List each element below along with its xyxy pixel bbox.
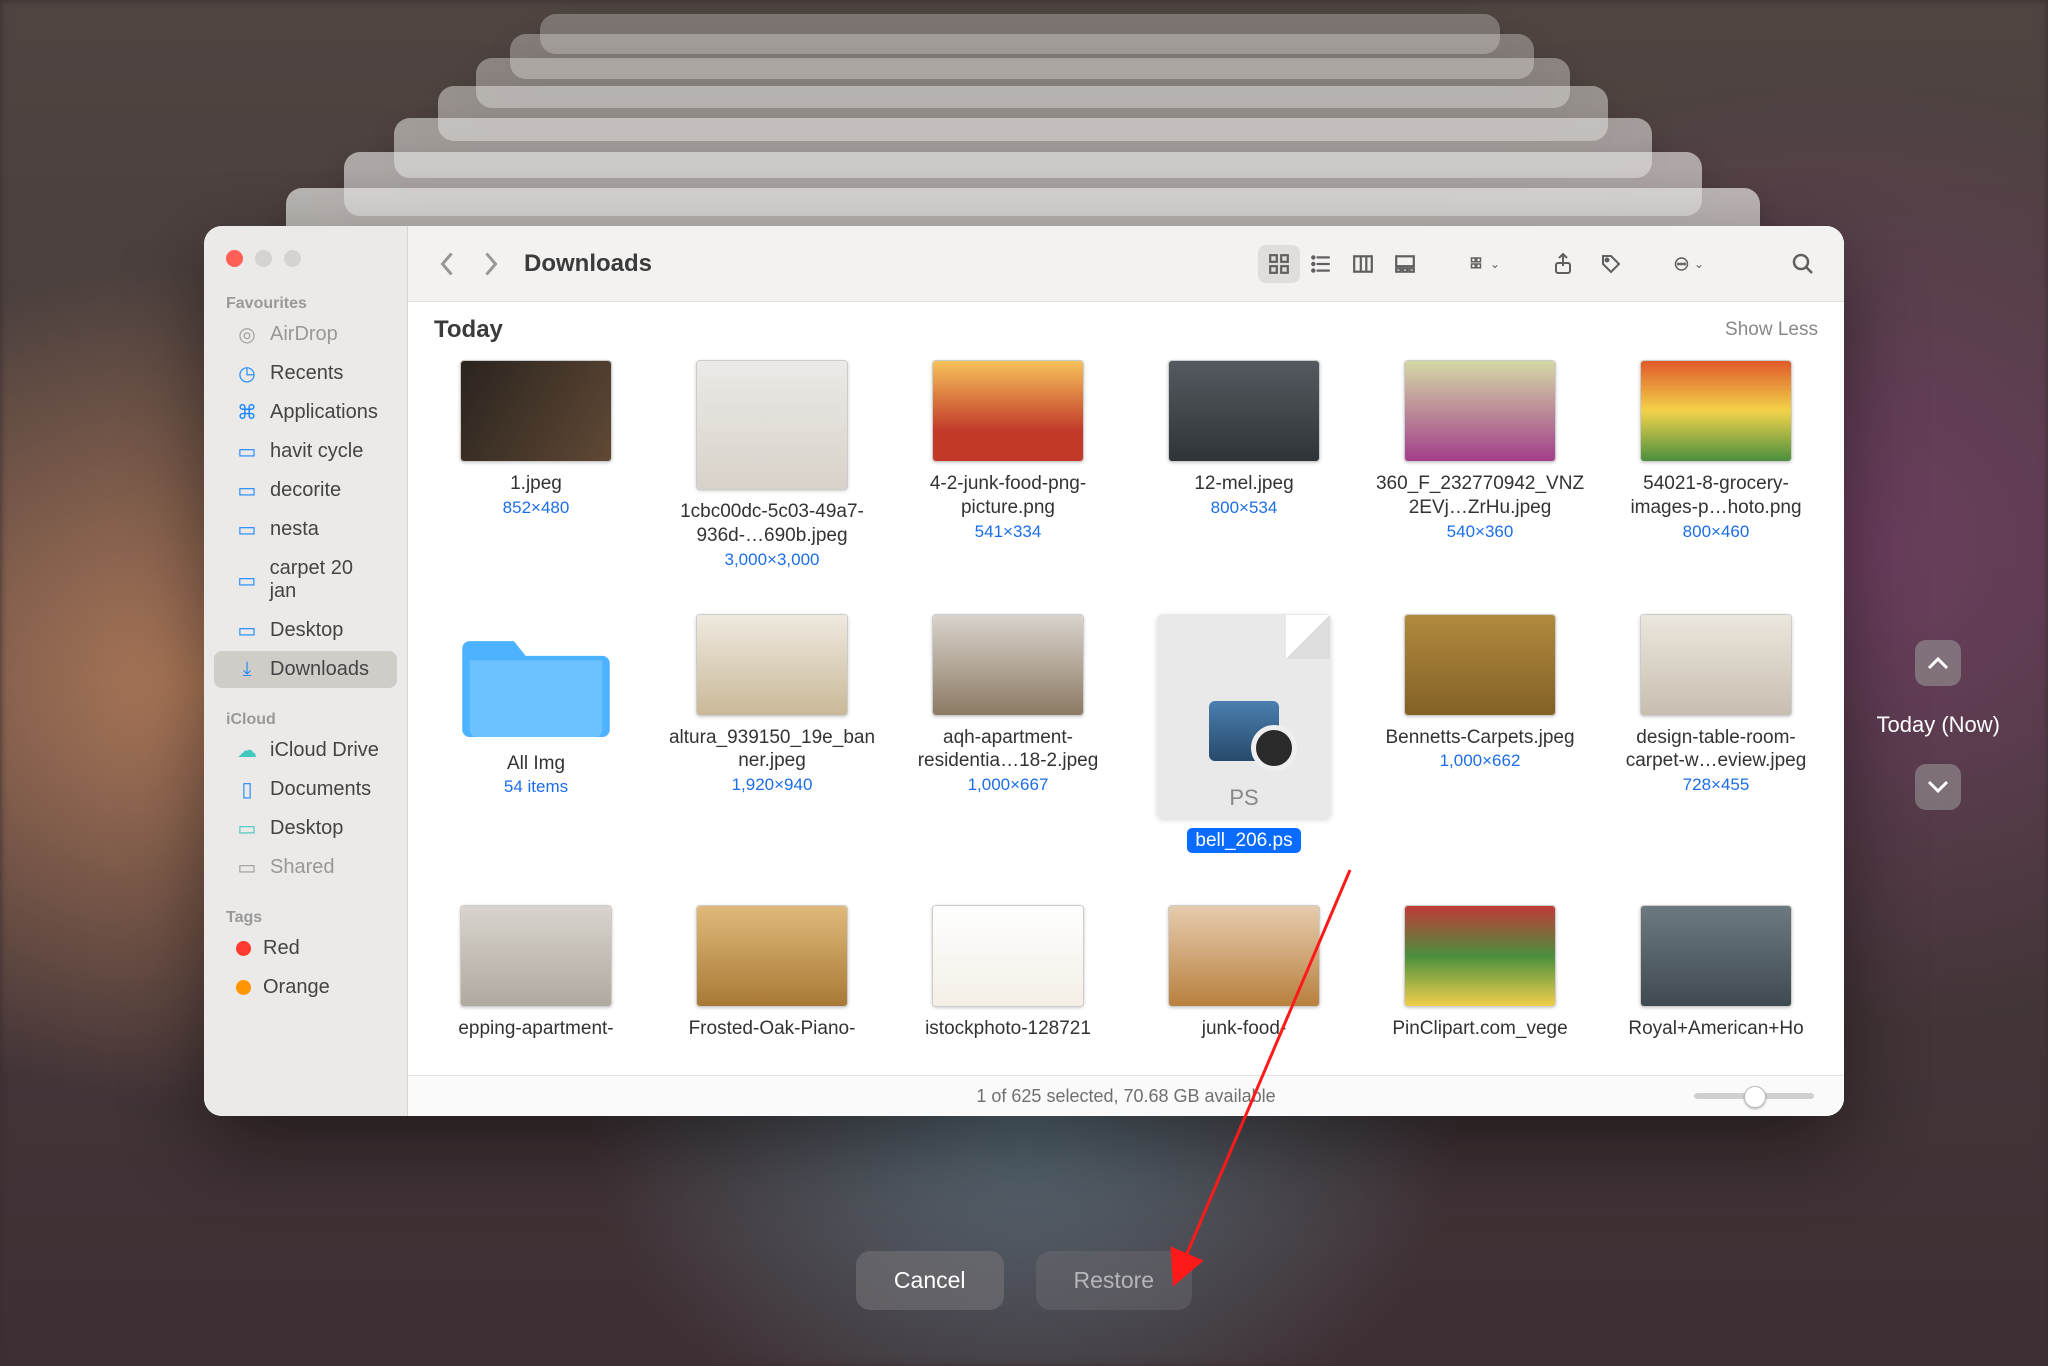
folder-icon: ▭ [236, 480, 258, 502]
file-item[interactable]: altura_939150_19e_banner.jpeg1,920×940 [654, 608, 890, 872]
file-item[interactable]: design-table-room-carpet-w…eview.jpeg728… [1598, 608, 1834, 872]
status-text: 1 of 625 selected, 70.68 GB available [976, 1086, 1275, 1107]
cloud-icon: ☁ [236, 740, 258, 762]
folder-icon: ▭ [236, 441, 258, 463]
ps-file-icon: PS [1157, 614, 1331, 818]
view-gallery-button[interactable] [1384, 245, 1426, 283]
download-icon: ⤓ [236, 659, 258, 681]
airdrop-icon: ◎ [236, 324, 258, 346]
sidebar-item-havit-cycle[interactable]: ▭havit cycle [214, 433, 397, 470]
file-item[interactable]: 4-2-junk-food-png-picture.png541×334 [890, 354, 1126, 588]
file-item[interactable]: Royal+American+Ho [1598, 899, 1834, 1059]
file-item[interactable]: junk-food- [1126, 899, 1362, 1059]
share-button[interactable] [1542, 245, 1584, 283]
close-button[interactable] [226, 250, 243, 267]
sidebar-tag-orange[interactable]: Orange [214, 969, 397, 1006]
sidebar-item-airdrop[interactable]: ◎AirDrop [214, 316, 397, 353]
sidebar-item-decorite[interactable]: ▭decorite [214, 472, 397, 509]
sidebar-item-recents[interactable]: ◷Recents [214, 355, 397, 392]
sidebar: Favourites ◎AirDrop ◷Recents ⌘Applicatio… [204, 226, 408, 1116]
sidebar-item-shared[interactable]: ▭Shared [214, 849, 397, 886]
shared-icon: ▭ [236, 857, 258, 879]
show-less-toggle[interactable]: Show Less [1725, 319, 1818, 341]
file-item[interactable]: 1cbc00dc-5c03-49a7-936d-…690b.jpeg3,000×… [654, 354, 890, 588]
tag-dot-red [236, 941, 251, 956]
view-list-button[interactable] [1300, 245, 1342, 283]
folder-icon: ▭ [236, 519, 258, 541]
folder-icon [461, 614, 611, 742]
sidebar-item-icloud-drive[interactable]: ☁iCloud Drive [214, 732, 397, 769]
timeline-prev-button[interactable] [1915, 640, 1961, 686]
sidebar-item-documents[interactable]: ▯Documents [214, 771, 397, 808]
file-item[interactable]: Frosted-Oak-Piano- [654, 899, 890, 1059]
time-machine-footer: Cancel Restore [0, 1251, 2048, 1310]
section-title: Today [434, 316, 503, 344]
file-item[interactable]: 54021-8-grocery-images-p…hoto.png800×460 [1598, 354, 1834, 588]
timeline-label: Today (Now) [1877, 712, 2000, 738]
document-icon: ▯ [236, 779, 258, 801]
sidebar-header-tags: Tags [204, 905, 407, 929]
sidebar-tag-red[interactable]: Red [214, 930, 397, 967]
sidebar-item-applications[interactable]: ⌘Applications [214, 394, 397, 431]
file-item[interactable]: 12-mel.jpeg800×534 [1126, 354, 1362, 588]
folder-icon: ▭ [236, 569, 258, 591]
view-icon-button[interactable] [1258, 245, 1300, 283]
zoom-slider[interactable] [1694, 1093, 1814, 1099]
file-item[interactable]: 360_F_232770942_VNZ2EVj…ZrHu.jpeg540×360 [1362, 354, 1598, 588]
status-bar: 1 of 625 selected, 70.68 GB available [408, 1075, 1844, 1116]
toolbar: Downloads ⌄ ⌄ [408, 226, 1844, 302]
timeline-next-button[interactable] [1915, 764, 1961, 810]
sidebar-item-downloads[interactable]: ⤓Downloads [214, 651, 397, 688]
clock-icon: ◷ [236, 363, 258, 385]
window-title: Downloads [524, 250, 652, 278]
sidebar-item-desktop[interactable]: ▭Desktop [214, 612, 397, 649]
view-column-button[interactable] [1342, 245, 1384, 283]
file-item[interactable]: aqh-apartment-residentia…18-2.jpeg1,000×… [890, 608, 1126, 872]
sidebar-header-icloud: iCloud [204, 707, 407, 731]
restore-button[interactable]: Restore [1036, 1251, 1193, 1310]
app-icon: ⌘ [236, 402, 258, 424]
timeline-control: Today (Now) [1877, 640, 2000, 810]
sidebar-item-carpet-20-jan[interactable]: ▭carpet 20 jan [214, 550, 397, 610]
minimize-button[interactable] [255, 250, 272, 267]
finder-window: Favourites ◎AirDrop ◷Recents ⌘Applicatio… [204, 226, 1844, 1116]
maximize-button[interactable] [284, 250, 301, 267]
tag-dot-orange [236, 980, 251, 995]
desktop-icon: ▭ [236, 818, 258, 840]
folder-item[interactable]: All Img54 items [418, 608, 654, 872]
file-item-selected[interactable]: PS bell_206.ps [1126, 608, 1362, 872]
sidebar-header-favourites: Favourites [204, 291, 407, 315]
file-item[interactable]: epping-apartment- [418, 899, 654, 1059]
search-button[interactable] [1782, 245, 1824, 283]
nav-forward-button[interactable] [472, 245, 510, 283]
view-mode-group [1256, 243, 1428, 285]
file-item[interactable]: istockphoto-128721 [890, 899, 1126, 1059]
folder-icon: ▭ [236, 620, 258, 642]
main-pane: Downloads ⌄ ⌄ Today Show Less 1.j [408, 226, 1844, 1116]
sidebar-item-nesta[interactable]: ▭nesta [214, 511, 397, 548]
file-grid: 1.jpeg852×480 1cbc00dc-5c03-49a7-936d-…6… [408, 354, 1844, 1075]
file-item[interactable]: PinClipart.com_vege [1362, 899, 1598, 1059]
group-by-button[interactable]: ⌄ [1464, 245, 1506, 283]
tags-button[interactable] [1590, 245, 1632, 283]
nav-back-button[interactable] [428, 245, 466, 283]
window-controls [204, 240, 407, 291]
file-item[interactable]: 1.jpeg852×480 [418, 354, 654, 588]
cancel-button[interactable]: Cancel [856, 1251, 1004, 1310]
file-item[interactable]: Bennetts-Carpets.jpeg1,000×662 [1362, 608, 1598, 872]
sidebar-item-desktop-icloud[interactable]: ▭Desktop [214, 810, 397, 847]
more-button[interactable]: ⌄ [1668, 245, 1710, 283]
